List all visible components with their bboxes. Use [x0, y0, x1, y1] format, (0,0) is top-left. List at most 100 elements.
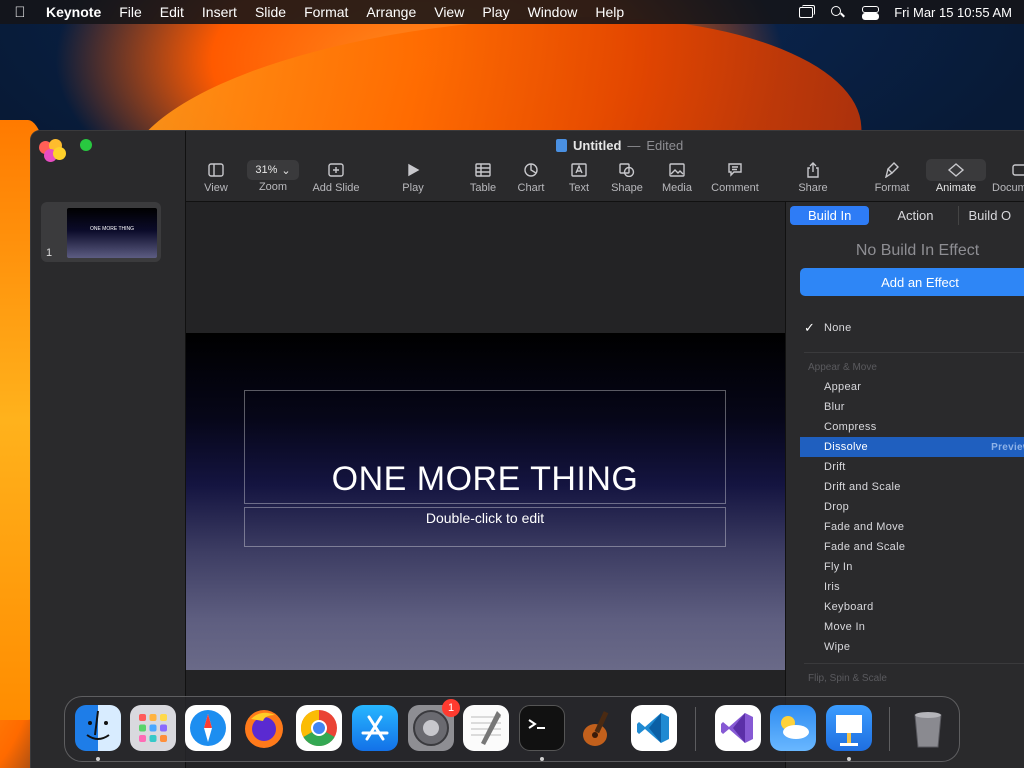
- menu-arrange[interactable]: Arrange: [366, 4, 416, 20]
- add-slide-label: Add Slide: [312, 182, 360, 194]
- control-center-icon[interactable]: [862, 5, 880, 20]
- no-build-effect-label: No Build In Effect: [855, 242, 980, 259]
- share-label: Share: [798, 182, 828, 194]
- menu-app-name[interactable]: Keynote: [46, 4, 101, 20]
- comment-icon: [705, 161, 765, 179]
- checkmark-icon: ✓: [804, 320, 816, 335]
- effect-fade-and-move[interactable]: Fade and Move: [786, 517, 1024, 537]
- menu-slide[interactable]: Slide: [255, 4, 286, 20]
- effect-fade-and-scale[interactable]: Fade and Scale: [786, 537, 1024, 557]
- dock-keynote-icon[interactable]: [826, 705, 872, 751]
- dock-garageband-icon[interactable]: [575, 705, 621, 751]
- running-indicator: [847, 757, 851, 761]
- dock-launchpad-icon[interactable]: [130, 705, 176, 751]
- fullscreen-button[interactable]: [80, 139, 92, 151]
- menu-window[interactable]: Window: [528, 4, 578, 20]
- zoom-value: 31%: [255, 164, 278, 176]
- tab-build-in[interactable]: Build In: [790, 205, 870, 225]
- tab-build-out[interactable]: Build O: [957, 205, 1022, 225]
- tab-action[interactable]: Action: [887, 206, 943, 225]
- effect-keyboard[interactable]: Keyboard: [786, 597, 1024, 617]
- animate-button[interactable]: Animate: [926, 159, 986, 194]
- menu-file[interactable]: File: [119, 4, 142, 20]
- slide-thumbnail-preview: ONE MORE THING: [67, 208, 157, 258]
- format-label: Format: [874, 182, 910, 194]
- effect-none[interactable]: ✓ None: [786, 318, 1024, 338]
- dock: 1: [64, 696, 960, 762]
- share-icon: [783, 161, 843, 179]
- add-effect-button[interactable]: Add an Effect: [800, 268, 1024, 296]
- dock-textedit-icon[interactable]: [463, 705, 509, 751]
- screen-mirroring-icon[interactable]: [798, 5, 816, 19]
- view-button[interactable]: View: [186, 161, 246, 194]
- title-text-box[interactable]: ONE MORE THING: [244, 390, 726, 504]
- dock-app-store-icon[interactable]: [352, 705, 398, 751]
- menu-play[interactable]: Play: [482, 4, 509, 20]
- dock-weather-icon[interactable]: [770, 705, 816, 751]
- slide-thumbnail-1[interactable]: ONE MORE THING: [41, 202, 161, 262]
- dock-chrome-icon[interactable]: [296, 705, 342, 751]
- subtitle-placeholder[interactable]: Double-click to edit: [245, 510, 725, 526]
- dock-firefox-icon[interactable]: [241, 705, 287, 751]
- document-title: Untitled — Edited: [556, 138, 683, 153]
- effect-drop[interactable]: Drop: [786, 497, 1024, 517]
- effect-drift-and-scale[interactable]: Drift and Scale: [786, 477, 1024, 497]
- effect-appear[interactable]: Appear: [786, 377, 1024, 397]
- notification-badge: 1: [442, 699, 460, 717]
- running-indicator: [540, 757, 544, 761]
- spotlight-search-icon[interactable]: [830, 5, 846, 19]
- play-label: Play: [402, 182, 424, 194]
- dock-safari-icon[interactable]: [185, 705, 231, 751]
- dock-terminal-icon[interactable]: [519, 705, 565, 751]
- effect-wipe[interactable]: Wipe: [786, 637, 1024, 657]
- media-button[interactable]: Media: [647, 161, 707, 194]
- inspector-tabs: Build In Action Build O: [786, 202, 1024, 228]
- preview-button[interactable]: Preview: [991, 442, 1024, 453]
- dock-vscode-icon[interactable]: [631, 705, 677, 751]
- edited-status: Edited: [646, 138, 684, 153]
- comment-button[interactable]: Comment: [705, 161, 765, 194]
- add-slide-button[interactable]: Add Slide: [306, 161, 366, 194]
- animate-diamond-icon: [926, 159, 986, 181]
- zoom-control: [80, 139, 92, 151]
- effects-list: ✓ None Appear & Move Appear Blur Compres…: [786, 318, 1024, 688]
- dock-visual-studio-icon[interactable]: [715, 705, 761, 751]
- format-button[interactable]: Format: [862, 161, 922, 194]
- dock-system-settings-icon[interactable]: 1: [408, 699, 460, 751]
- subtitle-text-box[interactable]: Double-click to edit: [244, 507, 726, 547]
- effect-iris[interactable]: Iris: [786, 577, 1024, 597]
- apple-menu-icon[interactable]: : [12, 4, 28, 21]
- dock-finder-icon[interactable]: [75, 705, 121, 751]
- menu-edit[interactable]: Edit: [160, 4, 184, 20]
- effect-fly-in[interactable]: Fly In: [786, 557, 1024, 577]
- menu-insert[interactable]: Insert: [202, 4, 237, 20]
- slide-title[interactable]: ONE MORE THING: [245, 460, 725, 499]
- chart-label: Chart: [517, 182, 545, 194]
- effect-blur[interactable]: Blur: [786, 397, 1024, 417]
- play-button[interactable]: Play: [383, 161, 443, 194]
- menu-format[interactable]: Format: [304, 4, 348, 20]
- window-color-dot: [53, 147, 66, 160]
- share-button[interactable]: Share: [783, 161, 843, 194]
- document-inspector-icon: [986, 161, 1024, 179]
- current-slide[interactable]: ONE MORE THING Double-click to edit: [186, 333, 785, 670]
- zoom-control-button[interactable]: 31% ⌄ Zoom: [243, 160, 303, 193]
- title-separator: —: [627, 138, 641, 153]
- document-button[interactable]: Docum: [986, 161, 1024, 194]
- menu-view[interactable]: View: [434, 4, 464, 20]
- effect-drift[interactable]: Drift: [786, 457, 1024, 477]
- divider: [804, 663, 1024, 664]
- menu-help[interactable]: Help: [595, 4, 624, 20]
- slide-canvas[interactable]: ONE MORE THING Double-click to edit: [186, 202, 785, 768]
- zoom-label: Zoom: [258, 181, 288, 193]
- effect-compress[interactable]: Compress: [786, 417, 1024, 437]
- effect-none-label: None: [824, 322, 852, 334]
- keynote-window: ONE MORE THING 1 Untitled — Edited View …: [30, 130, 1024, 768]
- zoom-dropdown[interactable]: 31% ⌄: [247, 160, 299, 180]
- effect-dissolve[interactable]: Dissolve Preview: [800, 437, 1024, 457]
- menubar-clock[interactable]: Fri Mar 15 10:55 AM: [894, 5, 1012, 20]
- effect-move-in[interactable]: Move In: [786, 617, 1024, 637]
- dock-trash-icon[interactable]: [905, 705, 951, 751]
- play-icon: [383, 161, 443, 179]
- comment-label: Comment: [711, 182, 759, 194]
